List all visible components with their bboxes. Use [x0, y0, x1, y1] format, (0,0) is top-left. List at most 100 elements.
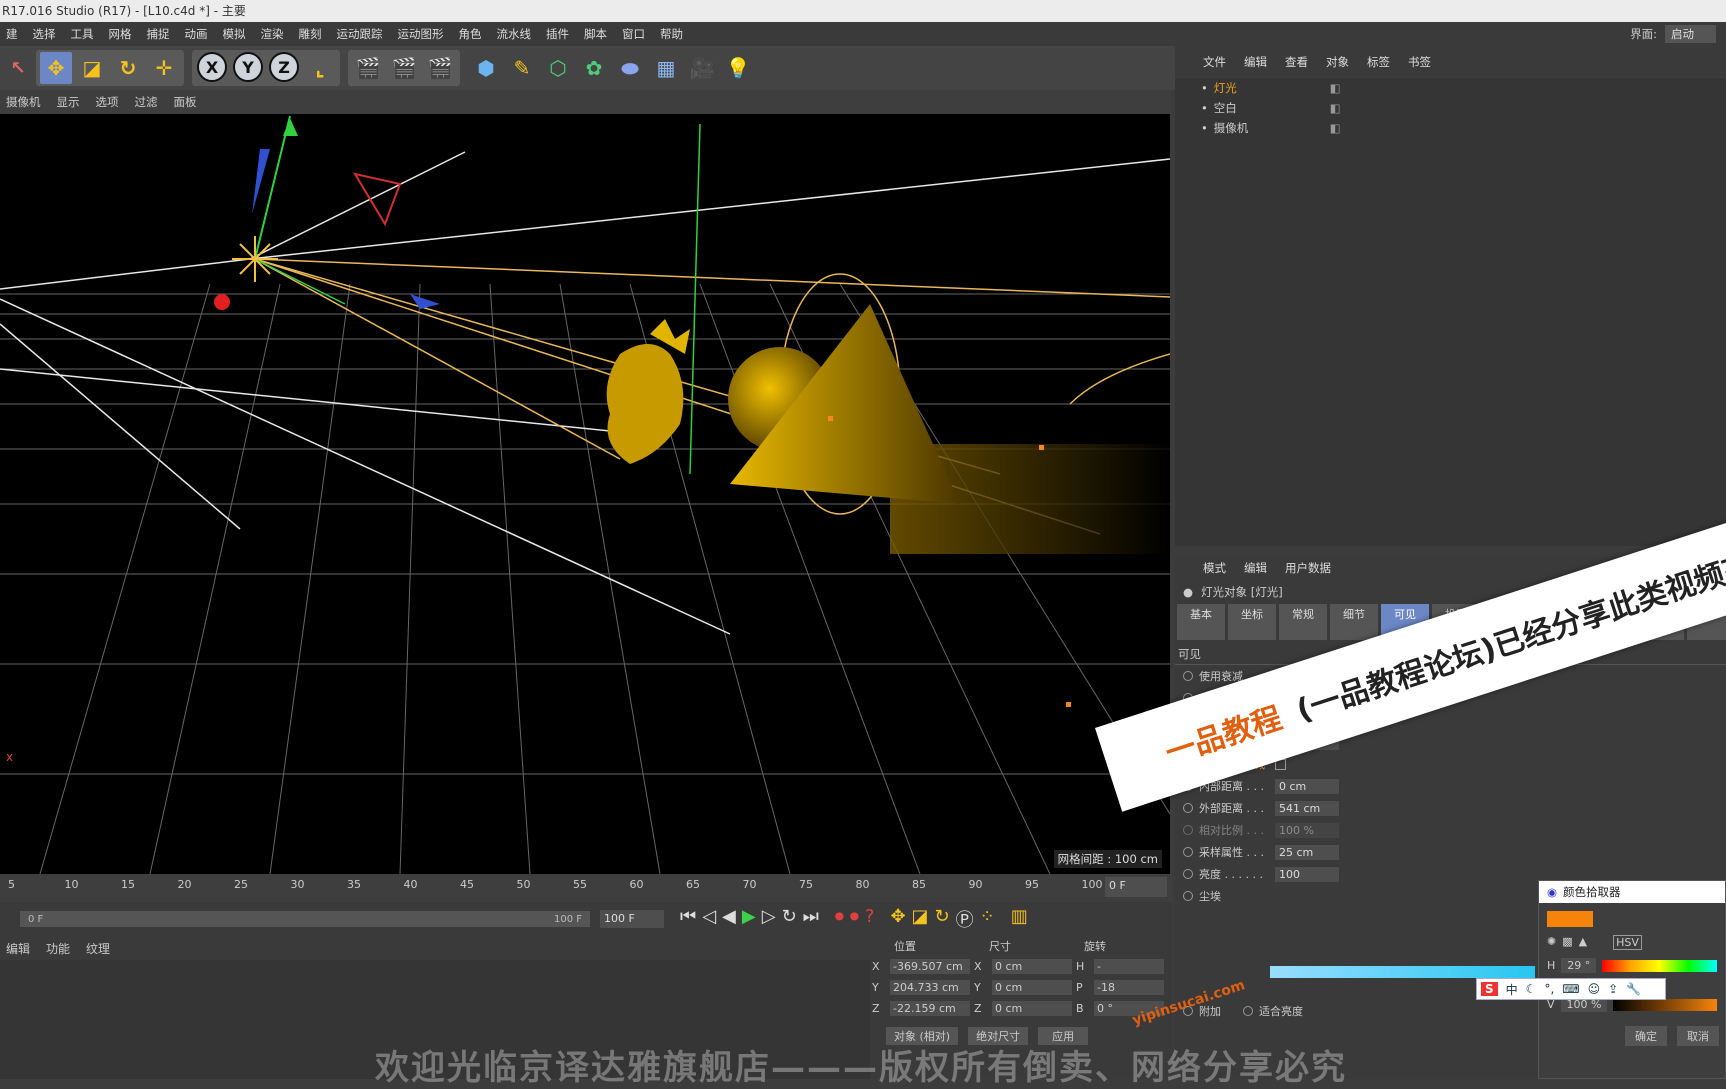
- auto-key-icon[interactable]: ⏺: [850, 906, 859, 932]
- animate-radio[interactable]: [1183, 891, 1193, 901]
- timeline-window-icon[interactable]: ▥: [1011, 906, 1028, 932]
- interface-layout-select[interactable]: 启动: [1665, 25, 1716, 43]
- attribute-menu-item-2[interactable]: 用户数据: [1277, 560, 1341, 576]
- punctuation-icon[interactable]: °,: [1544, 982, 1554, 996]
- menu-item-6[interactable]: 模拟: [217, 26, 255, 42]
- end-frame-field[interactable]: 100 F: [600, 910, 664, 928]
- viewport-menu-item-1[interactable]: 显示: [51, 94, 90, 110]
- dragon-statue[interactable]: [606, 344, 684, 464]
- viewport-menu-item-3[interactable]: 过滤: [129, 94, 168, 110]
- object-menu-item-1[interactable]: 编辑: [1236, 54, 1277, 70]
- cloner-icon[interactable]: ✿: [578, 52, 610, 84]
- position-field[interactable]: 204.733 cm: [890, 980, 970, 995]
- x-axis-lock-button[interactable]: X: [197, 52, 227, 82]
- step-forward-icon[interactable]: ▷: [762, 906, 776, 932]
- next-key-icon[interactable]: ↻: [782, 906, 797, 932]
- hue-slider[interactable]: [1602, 959, 1717, 972]
- ok-button[interactable]: 确定: [1625, 1026, 1667, 1046]
- deformer-icon[interactable]: ⬬: [614, 52, 646, 84]
- size-field[interactable]: 0 cm: [992, 980, 1072, 995]
- object-menu-item-2[interactable]: 查看: [1277, 54, 1318, 70]
- animate-radio[interactable]: [1183, 847, 1193, 857]
- menu-item-13[interactable]: 插件: [540, 26, 578, 42]
- viewport-menu-item-2[interactable]: 选项: [90, 94, 129, 110]
- upload-icon[interactable]: ⇪: [1608, 982, 1618, 996]
- attribute-tab-2[interactable]: 常规: [1279, 604, 1327, 640]
- object-row[interactable]: • 摄像机 ◧: [1175, 118, 1726, 138]
- render-settings-icon[interactable]: 🎬: [424, 52, 456, 84]
- viewport-menu-item-4[interactable]: 面板: [168, 94, 207, 110]
- hsv-mode-button[interactable]: HSV: [1613, 935, 1642, 950]
- coordinate-system-icon[interactable]: ⌞: [304, 52, 336, 84]
- menu-item-10[interactable]: 运动图形: [392, 26, 453, 42]
- attribute-tab-1[interactable]: 坐标: [1228, 604, 1276, 640]
- menu-item-7[interactable]: 渲染: [255, 26, 293, 42]
- user-icon[interactable]: ☺: [1588, 982, 1601, 996]
- size-field[interactable]: 0 cm: [992, 1001, 1072, 1016]
- light-source-icon[interactable]: [232, 236, 278, 282]
- size-field[interactable]: 0 cm: [992, 959, 1072, 974]
- viewport-menu-item-0[interactable]: 摄像机: [0, 94, 51, 110]
- render-view-icon[interactable]: 🎬: [352, 52, 384, 84]
- rotation-field[interactable]: -18: [1094, 980, 1164, 995]
- live-selection-icon[interactable]: ↖: [2, 52, 34, 84]
- menu-item-0[interactable]: 建: [0, 26, 27, 42]
- render-picture-viewer-icon[interactable]: 🎬: [388, 52, 420, 84]
- attribute-tab-0[interactable]: 基本: [1177, 604, 1225, 640]
- visibility-toggle-icon[interactable]: ◧: [1330, 121, 1341, 135]
- ime-chinese-mode[interactable]: 中: [1506, 981, 1518, 998]
- keyboard-icon[interactable]: ⌨: [1562, 982, 1579, 996]
- rotation-field[interactable]: -: [1094, 959, 1164, 974]
- goto-start-icon[interactable]: ⏮: [680, 906, 696, 932]
- key-help-icon[interactable]: ?: [865, 906, 875, 932]
- tab-function[interactable]: 功能: [40, 940, 80, 957]
- menu-item-12[interactable]: 流水线: [491, 26, 541, 42]
- cube-icon[interactable]: ⬢: [470, 52, 502, 84]
- record-icon[interactable]: ⏺: [835, 906, 844, 932]
- property-value-field[interactable]: 0 cm: [1275, 778, 1339, 794]
- object-menu-item-0[interactable]: 文件: [1195, 54, 1236, 70]
- object-menu-item-3[interactable]: 对象: [1318, 54, 1359, 70]
- camera-icon[interactable]: 🎥: [686, 52, 718, 84]
- menu-item-2[interactable]: 工具: [65, 26, 103, 42]
- menu-item-14[interactable]: 脚本: [578, 26, 616, 42]
- hue-field[interactable]: 29 °: [1561, 958, 1597, 973]
- position-field[interactable]: -369.507 cm: [890, 959, 970, 974]
- current-frame-field[interactable]: 0 F: [1105, 877, 1167, 897]
- visibility-toggle-icon[interactable]: ◧: [1330, 81, 1341, 95]
- play-icon[interactable]: ▶: [742, 906, 756, 932]
- property-value-field[interactable]: 100: [1275, 866, 1339, 882]
- menu-item-8[interactable]: 雕刻: [293, 26, 331, 42]
- frame-range-slider[interactable]: 0 F 100 F: [20, 911, 590, 927]
- transform-tool-icon[interactable]: ✛: [148, 52, 180, 84]
- menu-item-15[interactable]: 窗口: [616, 26, 654, 42]
- move-tool-icon[interactable]: ✥: [40, 52, 72, 84]
- z-axis-lock-button[interactable]: Z: [269, 52, 299, 82]
- key-param-icon[interactable]: Ⓟ: [956, 906, 974, 932]
- tab-texture[interactable]: 纹理: [80, 940, 120, 957]
- floor-icon[interactable]: ▦: [650, 52, 682, 84]
- menu-item-9[interactable]: 运动跟踪: [331, 26, 392, 42]
- axis-origin-handle[interactable]: [214, 294, 230, 310]
- object-row[interactable]: • 空白 ◧: [1175, 98, 1726, 118]
- y-axis-lock-button[interactable]: Y: [233, 52, 263, 82]
- key-rotate-icon[interactable]: ↻: [935, 906, 950, 932]
- attribute-tab-3[interactable]: 细节: [1330, 604, 1378, 640]
- color-wheel-icon[interactable]: ✺: [1547, 935, 1556, 950]
- key-pla-icon[interactable]: ⁘: [980, 906, 995, 932]
- property-value-field[interactable]: 100 %: [1275, 822, 1339, 838]
- moon-icon[interactable]: ☾: [1526, 982, 1537, 996]
- rotate-tool-icon[interactable]: ↻: [112, 52, 144, 84]
- tab-edit[interactable]: 编辑: [0, 940, 40, 957]
- timeline-ruler[interactable]: 5 10 15 20 25 30 35 40 45 50 55 60 65 70 75 80 85 90 95 100: [0, 874, 1172, 902]
- wrench-icon[interactable]: 🔧: [1626, 982, 1641, 996]
- key-move-icon[interactable]: ✥: [890, 906, 905, 932]
- visibility-toggle-icon[interactable]: ◧: [1330, 101, 1341, 115]
- animate-radio[interactable]: [1183, 803, 1193, 813]
- menu-item-3[interactable]: 网格: [103, 26, 141, 42]
- scale-tool-icon[interactable]: ◪: [76, 52, 108, 84]
- object-row[interactable]: • 灯光 ◧: [1175, 78, 1726, 98]
- attribute-menu-item-1[interactable]: 编辑: [1236, 560, 1277, 576]
- brightness-gradient[interactable]: [1270, 966, 1535, 978]
- menu-item-11[interactable]: 角色: [453, 26, 491, 42]
